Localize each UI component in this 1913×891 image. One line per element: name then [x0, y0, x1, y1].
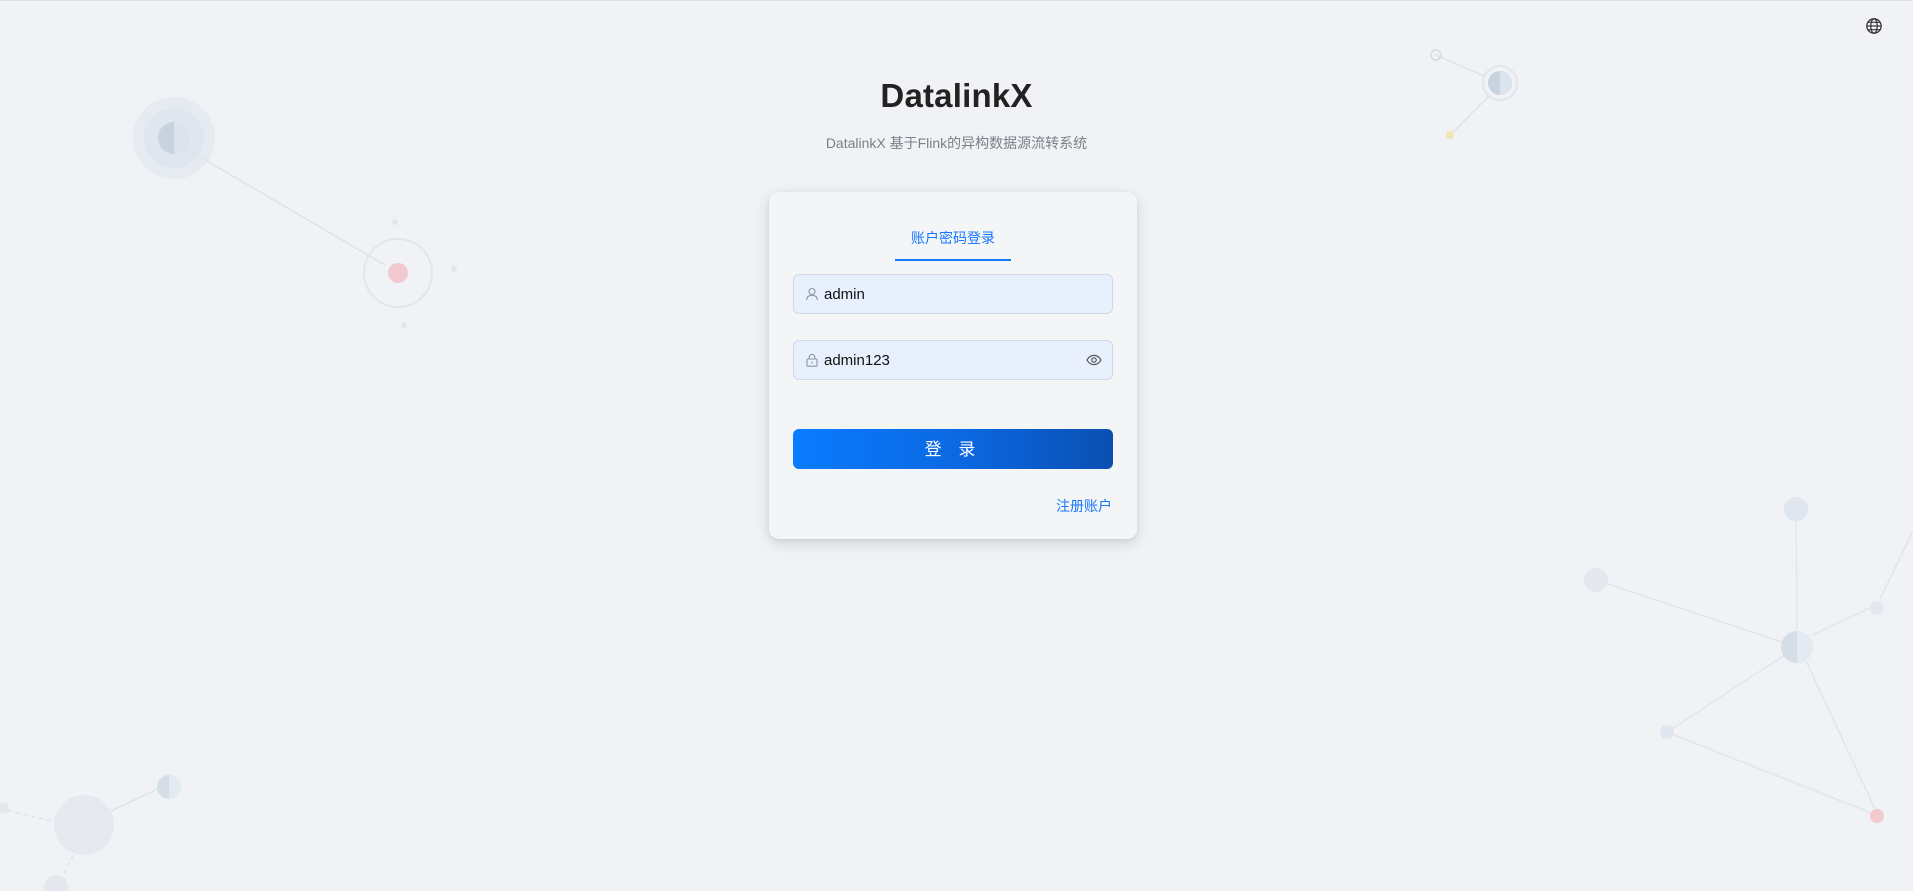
password-field[interactable]: [793, 340, 1113, 380]
username-field[interactable]: [793, 274, 1113, 314]
login-card: 账户密码登录 登 录 注册账户: [769, 192, 1137, 539]
globe-icon[interactable]: [1865, 17, 1883, 35]
login-page: DatalinkX DatalinkX 基于Flink的异构数据源流转系统 账户…: [0, 0, 1913, 891]
tab-account-password-login[interactable]: 账户密码登录: [895, 228, 1011, 261]
register-account-link[interactable]: 注册账户: [1056, 496, 1112, 516]
lock-icon: [806, 353, 818, 367]
app-subtitle: DatalinkX 基于Flink的异构数据源流转系统: [825, 135, 1088, 151]
app-title: DatalinkX: [880, 77, 1033, 114]
login-button[interactable]: 登 录: [793, 429, 1113, 469]
username-input[interactable]: [824, 275, 1074, 313]
eye-icon[interactable]: [1086, 353, 1102, 367]
password-input[interactable]: [824, 341, 1074, 379]
user-icon: [805, 287, 819, 301]
